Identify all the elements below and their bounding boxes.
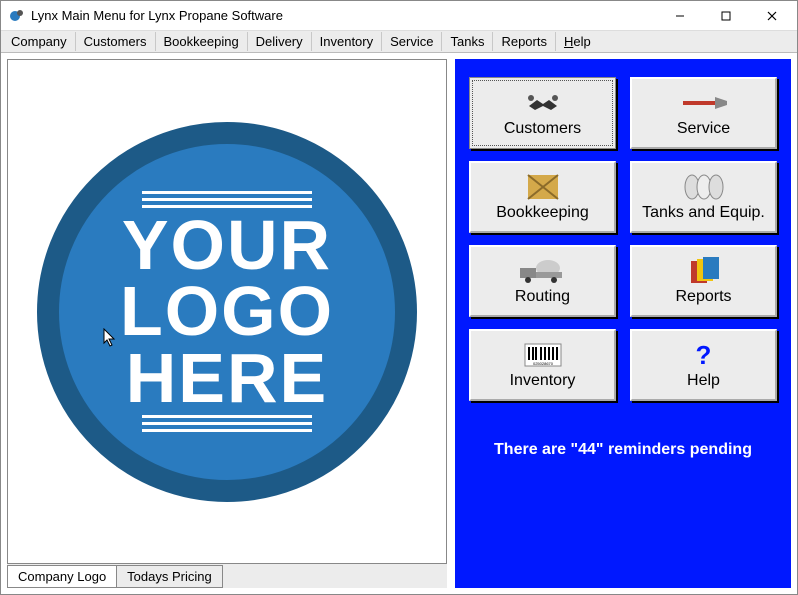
- left-panel: YOUR LOGO HERE Company Logo Todays Prici…: [7, 59, 447, 588]
- reminder-count: 44: [578, 441, 596, 458]
- logo-decoration-bottom: [142, 411, 312, 436]
- button-label: Inventory: [510, 372, 576, 390]
- window-title: Lynx Main Menu for Lynx Propane Software: [31, 8, 657, 23]
- app-icon: [9, 8, 25, 24]
- button-grid: Customers Service Bookkeeping Tanks and …: [469, 77, 777, 401]
- app-window: Lynx Main Menu for Lynx Propane Software…: [0, 0, 798, 595]
- button-label: Reports: [675, 288, 731, 306]
- tanks-button[interactable]: Tanks and Equip.: [630, 161, 777, 233]
- button-label: Service: [677, 120, 730, 138]
- help-button[interactable]: ? Help: [630, 329, 777, 401]
- logo-text: YOUR LOGO HERE: [120, 212, 334, 412]
- menu-customers[interactable]: Customers: [76, 32, 156, 51]
- ledger-icon: [526, 172, 560, 202]
- menubar: Company Customers Bookkeeping Delivery I…: [1, 31, 797, 53]
- handshake-icon: [523, 88, 563, 118]
- bookkeeping-button[interactable]: Bookkeeping: [469, 161, 616, 233]
- button-label: Routing: [515, 288, 570, 306]
- menu-service[interactable]: Service: [382, 32, 442, 51]
- menu-reports[interactable]: Reports: [493, 32, 556, 51]
- inventory-button[interactable]: 025028670 Inventory: [469, 329, 616, 401]
- close-button[interactable]: [749, 2, 795, 30]
- menu-bookkeeping[interactable]: Bookkeeping: [156, 32, 248, 51]
- button-label: Customers: [504, 120, 581, 138]
- logo-frame: YOUR LOGO HERE: [7, 59, 447, 564]
- reports-button[interactable]: Reports: [630, 245, 777, 317]
- menu-inventory[interactable]: Inventory: [312, 32, 382, 51]
- tab-company-logo[interactable]: Company Logo: [7, 565, 117, 588]
- truck-icon: [518, 256, 568, 286]
- barcode-icon: 025028670: [523, 340, 563, 370]
- window-controls: [657, 2, 795, 30]
- svg-text:025028670: 025028670: [532, 361, 553, 366]
- customers-button[interactable]: Customers: [469, 77, 616, 149]
- minimize-button[interactable]: [657, 2, 703, 30]
- button-label: Tanks and Equip.: [642, 204, 765, 222]
- maximize-button[interactable]: [703, 2, 749, 30]
- menu-tanks[interactable]: Tanks: [442, 32, 493, 51]
- service-button[interactable]: Service: [630, 77, 777, 149]
- right-panel: Customers Service Bookkeeping Tanks and …: [455, 59, 791, 588]
- menu-delivery[interactable]: Delivery: [248, 32, 312, 51]
- reports-icon: [689, 256, 719, 286]
- button-label: Help: [687, 372, 720, 390]
- tanks-icon: [682, 172, 726, 202]
- button-label: Bookkeeping: [496, 204, 589, 222]
- tab-todays-pricing[interactable]: Todays Pricing: [116, 565, 223, 588]
- menu-help[interactable]: Help: [556, 32, 599, 51]
- wrench-icon: [679, 88, 729, 118]
- reminder-text: There are "44" reminders pending: [469, 441, 777, 459]
- menu-company[interactable]: Company: [3, 32, 76, 51]
- logo-placeholder: YOUR LOGO HERE: [37, 122, 417, 502]
- content-area: YOUR LOGO HERE Company Logo Todays Prici…: [1, 53, 797, 594]
- cursor-icon: [103, 328, 117, 353]
- titlebar: Lynx Main Menu for Lynx Propane Software: [1, 1, 797, 31]
- question-icon: ?: [696, 340, 712, 370]
- routing-button[interactable]: Routing: [469, 245, 616, 317]
- tabstrip: Company Logo Todays Pricing: [7, 564, 447, 588]
